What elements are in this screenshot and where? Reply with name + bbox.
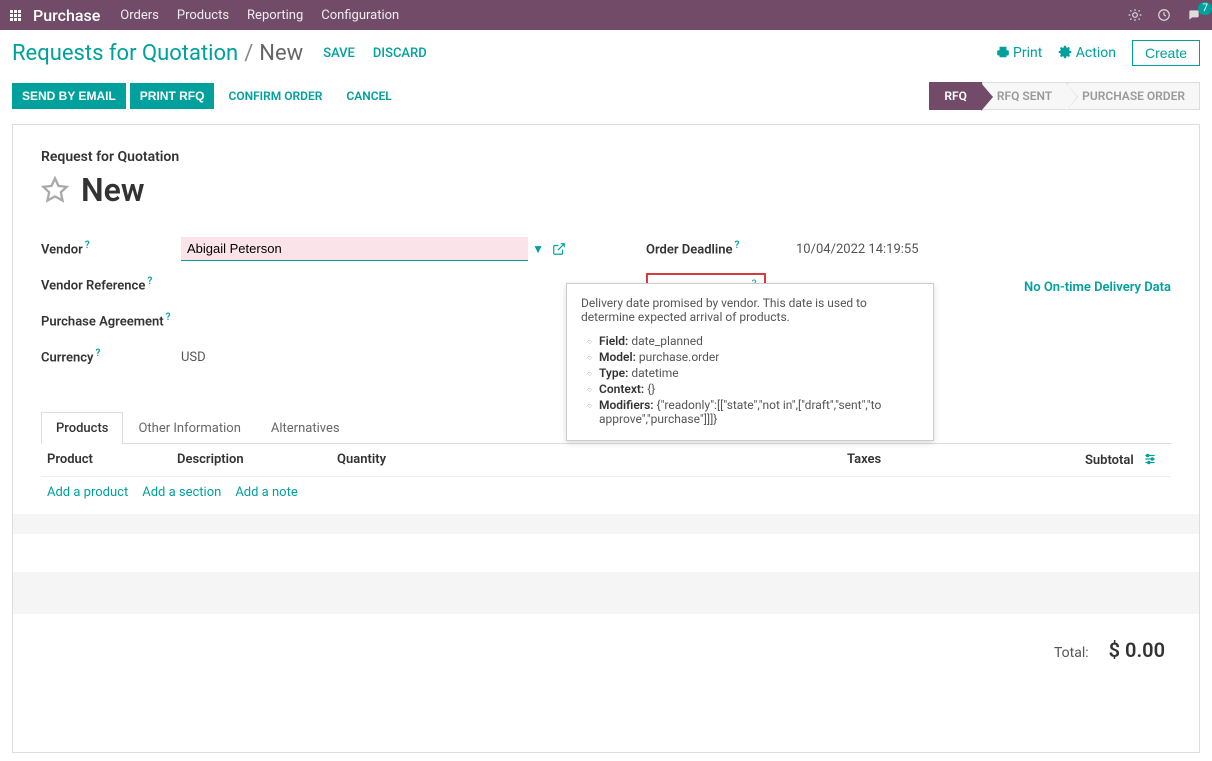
discard-button[interactable]: DISCARD xyxy=(373,46,427,61)
status-rfq-sent[interactable]: RFQ SENT xyxy=(982,82,1067,110)
save-button[interactable]: SAVE xyxy=(323,46,355,61)
table-header: Product Description Quantity Taxes Subto… xyxy=(41,444,1171,477)
status-bar: RFQ RFQ SENT PURCHASE ORDER xyxy=(929,82,1200,110)
vendor-dropdown-icon[interactable]: ▼ xyxy=(532,242,544,256)
status-rfq[interactable]: RFQ xyxy=(929,82,982,110)
topnav-right-icons: 7 xyxy=(1128,8,1202,22)
tooltip-model: Model: purchase.order xyxy=(587,350,919,364)
title-row: New xyxy=(41,171,1171,209)
add-product-link[interactable]: Add a product xyxy=(47,485,128,500)
th-quantity: Quantity xyxy=(337,452,847,468)
purchase-agreement-label: Purchase Agreement? xyxy=(41,312,181,329)
tab-other-information[interactable]: Other Information xyxy=(123,412,255,444)
vendor-external-link-icon[interactable] xyxy=(552,242,566,256)
menu-products[interactable]: Products xyxy=(177,8,229,23)
action-button[interactable]: Action xyxy=(1058,45,1116,61)
status-purchase-order[interactable]: PURCHASE ORDER xyxy=(1067,82,1200,110)
menu-reporting[interactable]: Reporting xyxy=(247,8,303,23)
confirm-order-button[interactable]: CONFIRM ORDER xyxy=(218,83,332,109)
breadcrumb-sep: / xyxy=(244,41,253,66)
form-right-col: Order Deadline? 10/04/2022 14:19:55 Expe… xyxy=(646,237,1171,381)
total-label: Total: xyxy=(1054,645,1089,661)
vendor-label: Vendor? xyxy=(41,240,181,257)
field-tooltip: Delivery date promised by vendor. This d… xyxy=(566,283,934,441)
tab-products[interactable]: Products xyxy=(41,412,123,444)
app-brand[interactable]: Purchase xyxy=(33,6,100,25)
menu-configuration[interactable]: Configuration xyxy=(321,8,399,23)
tooltip-description: Delivery date promised by vendor. This d… xyxy=(581,296,919,324)
th-subtotal: Subtotal xyxy=(1047,452,1165,468)
th-taxes: Taxes xyxy=(847,452,1047,468)
add-note-link[interactable]: Add a note xyxy=(235,485,297,500)
white-band xyxy=(13,540,1199,566)
grey-band-1 xyxy=(13,514,1199,534)
vendor-input[interactable] xyxy=(181,237,528,261)
tooltip-type: Type: datetime xyxy=(587,366,919,380)
column-settings-icon[interactable] xyxy=(1143,453,1157,468)
tab-alternatives[interactable]: Alternatives xyxy=(256,412,355,444)
th-product: Product xyxy=(47,452,177,468)
vendor-reference-label: Vendor Reference? xyxy=(41,276,181,293)
form-subtitle: Request for Quotation xyxy=(41,149,1171,165)
debug-icon[interactable] xyxy=(1128,8,1142,22)
right-actions: Print Action Create xyxy=(996,40,1200,66)
print-button[interactable]: Print xyxy=(996,45,1043,61)
currency-label: Currency? xyxy=(41,348,181,365)
favorite-star-icon[interactable] xyxy=(41,176,69,204)
tooltip-modifiers: Modifiers: {"readonly":[["state","not in… xyxy=(587,398,919,426)
form-card: Request for Quotation New Vendor? ▼ xyxy=(12,124,1200,753)
no-ontime-delivery-data[interactable]: No On-time Delivery Data xyxy=(1024,280,1171,295)
order-deadline-label: Order Deadline? xyxy=(646,240,786,257)
add-section-link[interactable]: Add a section xyxy=(142,485,221,500)
order-deadline-value[interactable]: 10/04/2022 14:19:55 xyxy=(786,242,1171,257)
breadcrumb-actions: SAVE DISCARD xyxy=(323,46,427,61)
form-left-col: Vendor? ▼ Vendor Reference? Purchase Agr… xyxy=(41,237,566,381)
grey-band-2 xyxy=(13,572,1199,614)
currency-value[interactable]: USD xyxy=(181,350,566,365)
messages-icon[interactable]: 7 xyxy=(1186,8,1202,22)
cancel-button[interactable]: CANCEL xyxy=(336,83,401,109)
tooltip-field: Field: date_planned xyxy=(587,334,919,348)
total-row: Total: $ 0.00 xyxy=(41,620,1171,680)
breadcrumb-current: New xyxy=(259,41,303,66)
messages-badge: 7 xyxy=(1198,2,1212,15)
activities-icon[interactable] xyxy=(1156,8,1172,22)
menu-orders[interactable]: Orders xyxy=(120,8,159,23)
th-description: Description xyxy=(177,452,337,468)
form-title: New xyxy=(81,171,144,209)
action-bar: SEND BY EMAIL PRINT RFQ CONFIRM ORDER CA… xyxy=(0,76,1212,116)
breadcrumb-row: Requests for Quotation / New SAVE DISCAR… xyxy=(0,30,1212,76)
total-value: $ 0.00 xyxy=(1109,638,1165,662)
table-add-row: Add a product Add a section Add a note xyxy=(41,477,1171,508)
print-rfq-button[interactable]: PRINT RFQ xyxy=(130,83,215,109)
top-nav: Purchase Orders Products Reporting Confi… xyxy=(0,0,1212,30)
apps-icon[interactable] xyxy=(10,10,21,21)
send-by-email-button[interactable]: SEND BY EMAIL xyxy=(12,83,126,109)
tooltip-context: Context: {} xyxy=(587,382,919,396)
create-button[interactable]: Create xyxy=(1132,40,1200,66)
breadcrumb-root[interactable]: Requests for Quotation xyxy=(12,41,238,66)
